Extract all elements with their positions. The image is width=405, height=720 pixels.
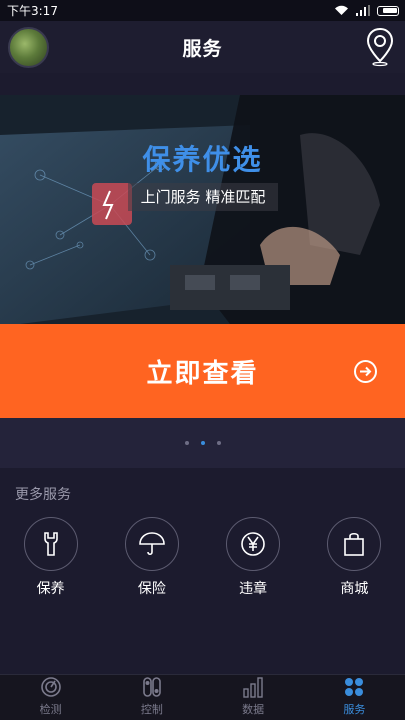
tab-control[interactable]: 控制 xyxy=(101,675,202,720)
umbrella-icon xyxy=(139,532,165,556)
tab-label: 检测 xyxy=(39,703,62,716)
service-icon-circle xyxy=(327,517,382,571)
service-mall[interactable]: 商城 xyxy=(304,517,405,607)
section-title: 更多服务 xyxy=(15,487,71,503)
tab-service[interactable]: 服务 xyxy=(304,675,405,720)
wifi-icon xyxy=(335,5,348,15)
avatar[interactable] xyxy=(8,27,49,68)
page-title: 服务 xyxy=(182,37,223,60)
carousel-dot-active[interactable] xyxy=(200,441,205,445)
bottom-tab-bar: 检测 控制 数据 服务 xyxy=(0,674,405,720)
service-violations[interactable]: 违章 xyxy=(203,517,304,607)
arrow-right-circle-icon xyxy=(354,360,377,383)
status-bar: 下午3:17 xyxy=(0,0,405,21)
battery-icon xyxy=(377,5,399,16)
service-icon-circle xyxy=(124,517,179,571)
tab-label: 服务 xyxy=(343,703,366,716)
banner-title: 保养优选 xyxy=(142,143,263,176)
header: 服务 xyxy=(0,21,405,73)
service-maintenance[interactable]: 保养 xyxy=(0,517,101,607)
shopping-bag-icon xyxy=(344,532,365,556)
location-pin-icon[interactable] xyxy=(365,27,395,67)
tab-data[interactable]: 数据 xyxy=(203,675,304,720)
service-label: 保险 xyxy=(137,581,166,597)
data-bars-icon xyxy=(243,677,263,698)
yen-icon xyxy=(241,532,265,556)
control-icon xyxy=(143,677,161,697)
carousel-dot[interactable] xyxy=(216,441,221,445)
promo-banner[interactable]: 保养优选 上门服务 精准匹配 xyxy=(0,95,405,324)
service-label: 商城 xyxy=(340,581,369,597)
service-icon-circle xyxy=(23,517,78,571)
services-grid: 保养 保险 违章 商城 xyxy=(0,517,405,607)
view-now-label: 立即查看 xyxy=(146,358,259,389)
service-label: 保养 xyxy=(36,581,65,597)
wrench-icon xyxy=(43,532,58,556)
tab-label: 控制 xyxy=(140,703,163,716)
service-grid-icon xyxy=(345,678,364,696)
signal-icon xyxy=(356,5,370,16)
tab-detect[interactable]: 检测 xyxy=(0,675,101,720)
tab-label: 数据 xyxy=(242,703,265,716)
service-insurance[interactable]: 保险 xyxy=(101,517,202,607)
banner-subtitle: 上门服务 精准匹配 xyxy=(128,183,278,211)
status-indicators xyxy=(334,5,399,16)
view-now-button[interactable]: 立即查看 xyxy=(0,324,405,418)
service-icon-circle xyxy=(226,517,281,571)
status-time: 下午3:17 xyxy=(7,4,58,18)
service-label: 违章 xyxy=(239,581,268,597)
detect-icon xyxy=(40,677,61,697)
carousel-dot[interactable] xyxy=(184,441,189,445)
carousel-indicator xyxy=(0,418,405,468)
